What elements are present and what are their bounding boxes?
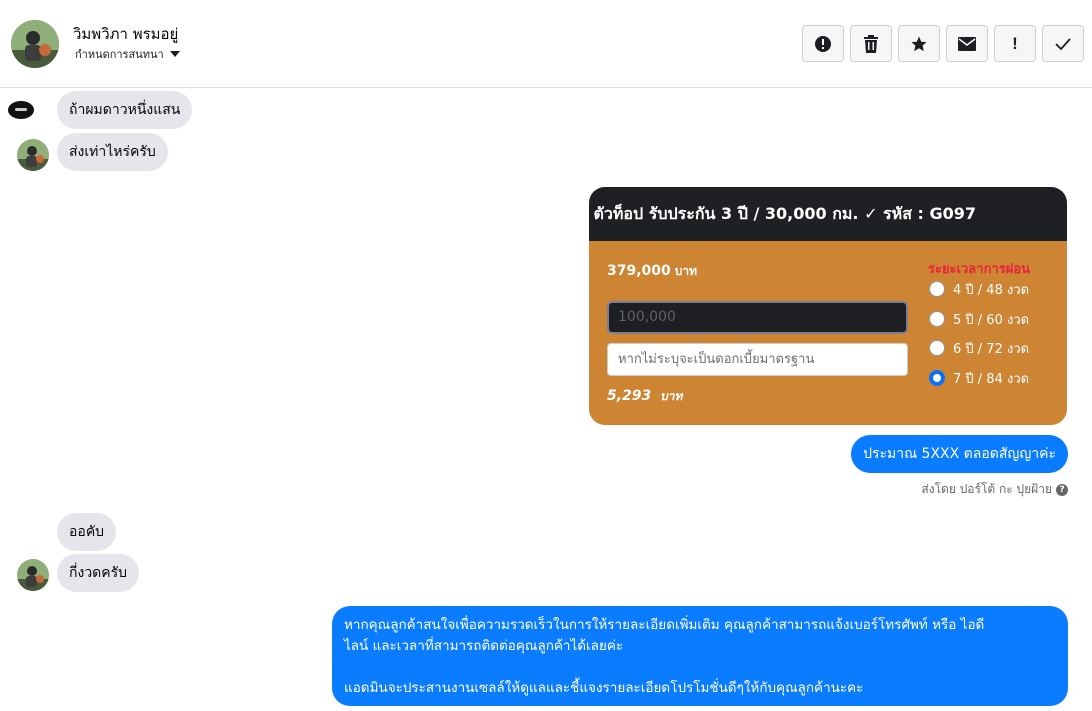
card-title: T ตัวท็อป รับประกัน 3 ปี / 30,000 กม. ✓ … (589, 204, 977, 223)
term-option[interactable]: 6 ปี / 72 งวด (929, 338, 1029, 358)
term-option[interactable]: 5 ปี / 60 งวด (929, 309, 1029, 329)
term-label: 6 ปี / 72 งวด (953, 341, 1030, 357)
caret-down-icon (169, 51, 180, 57)
alert-circle-icon (815, 35, 831, 52)
interest-rate-input[interactable]: หากไม่ระบุจะเป็นดอกเบี้ยมาตรฐาน (607, 343, 908, 376)
incoming-message: ถ้าผมดาวหนึ่งแสน (57, 91, 193, 129)
message-line: หากคุณลูกค้าสนใจเพื่อความรวดเร็วในการให้… (344, 617, 985, 633)
message-line: แอดมินจะประสานงานเซลล์ให้ดูแลและชี้แจงรา… (344, 680, 864, 696)
spam-button[interactable] (802, 25, 844, 62)
price-value: 379,000 (607, 263, 671, 279)
star-button[interactable] (898, 25, 940, 62)
term-option[interactable]: 4 ปี / 48 งวด (929, 279, 1029, 299)
radio-icon[interactable] (929, 311, 945, 327)
assign-conversation-dropdown[interactable]: กำหนดการสนทนา (75, 45, 180, 63)
exclamation-icon: ! (1012, 33, 1018, 53)
radio-icon[interactable] (929, 340, 945, 356)
term-option[interactable]: 7 ปี / 84 งวด (929, 368, 1029, 388)
contact-name[interactable]: วิมพวิภา พรมอยู่ (73, 22, 178, 46)
conversation-header: วิมพวิภา พรมอยู่ กำหนดการสนทนา ! (0, 0, 1092, 88)
done-button[interactable] (1042, 25, 1084, 62)
message-line: ไลน์ และเวลาที่สามารถติดต่อคุณลูกค้าได้เ… (344, 638, 624, 654)
card-title-bar: T ตัวท็อป รับประกัน 3 ปี / 30,000 กม. ✓ … (589, 187, 1067, 241)
contact-avatar-small (17, 559, 49, 591)
conversation-toolbar: ! (802, 25, 1084, 62)
outgoing-message: ประมาณ 5XXX ตลอดสัญญาค่ะ (851, 435, 1068, 473)
incoming-message: ส่งเท่าไหร่ครับ (57, 133, 168, 171)
monthly-unit: บาท (660, 389, 683, 403)
radio-icon[interactable] (929, 281, 945, 297)
outgoing-message: หากคุณลูกค้าสนใจเพื่อความรวดเร็วในการให้… (332, 606, 1068, 706)
trash-icon (864, 34, 878, 53)
contact-avatar-small (17, 139, 49, 171)
help-icon[interactable]: ? (1056, 483, 1068, 496)
checkmark-icon (1055, 37, 1071, 50)
monthly-payment: 5,293 บาท (607, 387, 682, 406)
incoming-message: ออคับ (57, 513, 117, 551)
contact-avatar[interactable] (11, 20, 59, 68)
installment-card: T ตัวท็อป รับประกัน 3 ปี / 30,000 กม. ✓ … (589, 187, 1067, 425)
mark-unread-button[interactable] (946, 25, 988, 62)
page-avatar (8, 101, 34, 119)
delete-button[interactable] (850, 25, 892, 62)
car-price: 379,000 บาท (607, 262, 697, 281)
envelope-icon (958, 36, 976, 51)
follow-up-button[interactable]: ! (994, 25, 1036, 62)
incoming-message: กี่งวดครับ (57, 554, 140, 592)
sent-by-label: ส่งโดย ปอร์โต้ กะ ปุยฝ้าย ? (921, 480, 1068, 499)
price-unit: บาท (674, 264, 698, 278)
radio-selected-icon[interactable] (929, 370, 945, 386)
assign-label: กำหนดการสนทนา (75, 48, 164, 61)
term-title: ระยะเวลาการผ่อน (928, 262, 1031, 277)
monthly-value: 5,293 (607, 388, 652, 404)
down-payment-input[interactable]: 100,000 (607, 301, 908, 334)
term-label: 4 ปี / 48 งวด (953, 282, 1030, 298)
term-label: 7 ปี / 84 งวด (953, 371, 1030, 387)
term-label: 5 ปี / 60 งวด (953, 312, 1030, 328)
star-icon (911, 36, 927, 51)
sent-by-text: ส่งโดย ปอร์โต้ กะ ปุยฝ้าย (921, 482, 1052, 496)
